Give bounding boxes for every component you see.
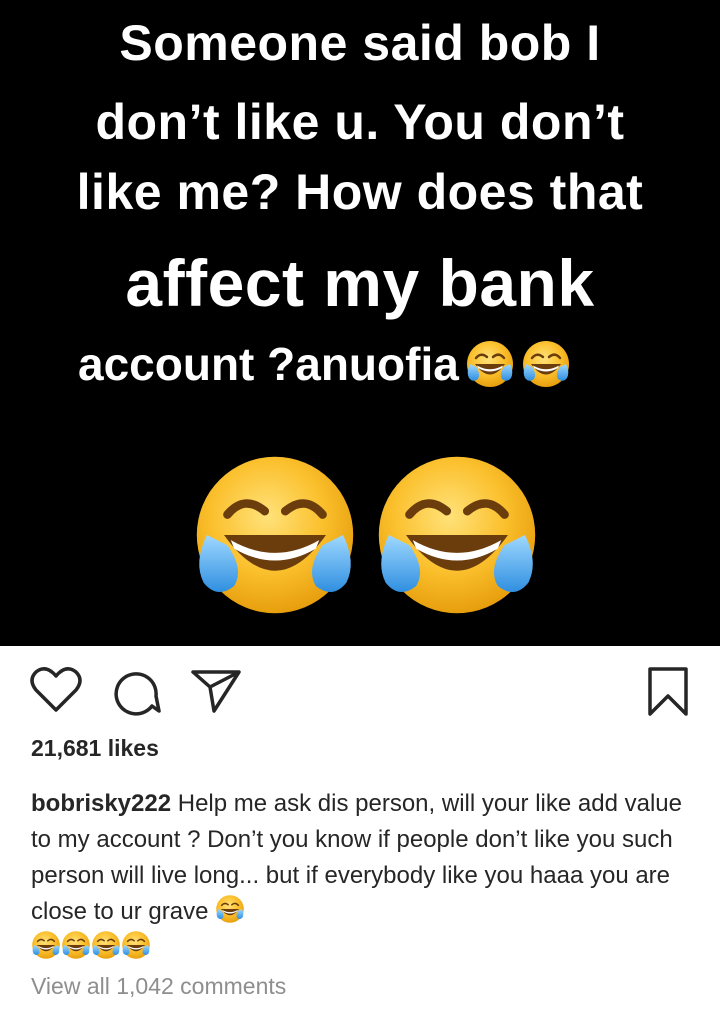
like-count[interactable]: 21,681 likes (31, 735, 159, 762)
heart-icon[interactable] (30, 666, 82, 714)
share-icon[interactable] (190, 668, 242, 714)
face-with-tears-of-joy-icon (372, 450, 542, 620)
caption-username[interactable]: bobrisky222 (31, 790, 171, 817)
meme-text-line: like me? How does that (76, 164, 644, 220)
bookmark-icon[interactable] (646, 666, 690, 718)
meme-text-line: Someone said bob I (119, 15, 601, 71)
meme-text-line: account ?anuofia (78, 338, 459, 390)
view-all-comments-link[interactable]: View all 1,042 comments (31, 973, 286, 1000)
post-image[interactable]: Someone said bob I don’t like u. You don… (0, 0, 720, 646)
face-with-tears-of-joy-icon (465, 339, 515, 389)
caption: bobrisky222 Help me ask dis person, will… (31, 786, 691, 966)
face-with-tears-of-joy-icon (215, 894, 245, 924)
action-bar (0, 646, 720, 736)
face-with-tears-of-joy-icon (31, 930, 61, 960)
meme-text-line: affect my bank (125, 246, 595, 320)
meme-text-line: don’t like u. You don’t (95, 94, 625, 150)
face-with-tears-of-joy-icon (190, 450, 360, 620)
face-with-tears-of-joy-icon (91, 930, 121, 960)
comment-icon[interactable] (112, 666, 162, 716)
meme-last-line: account ?anuofia (78, 337, 571, 391)
face-with-tears-of-joy-icon (61, 930, 91, 960)
face-with-tears-of-joy-icon (521, 339, 571, 389)
face-with-tears-of-joy-icon (121, 930, 151, 960)
